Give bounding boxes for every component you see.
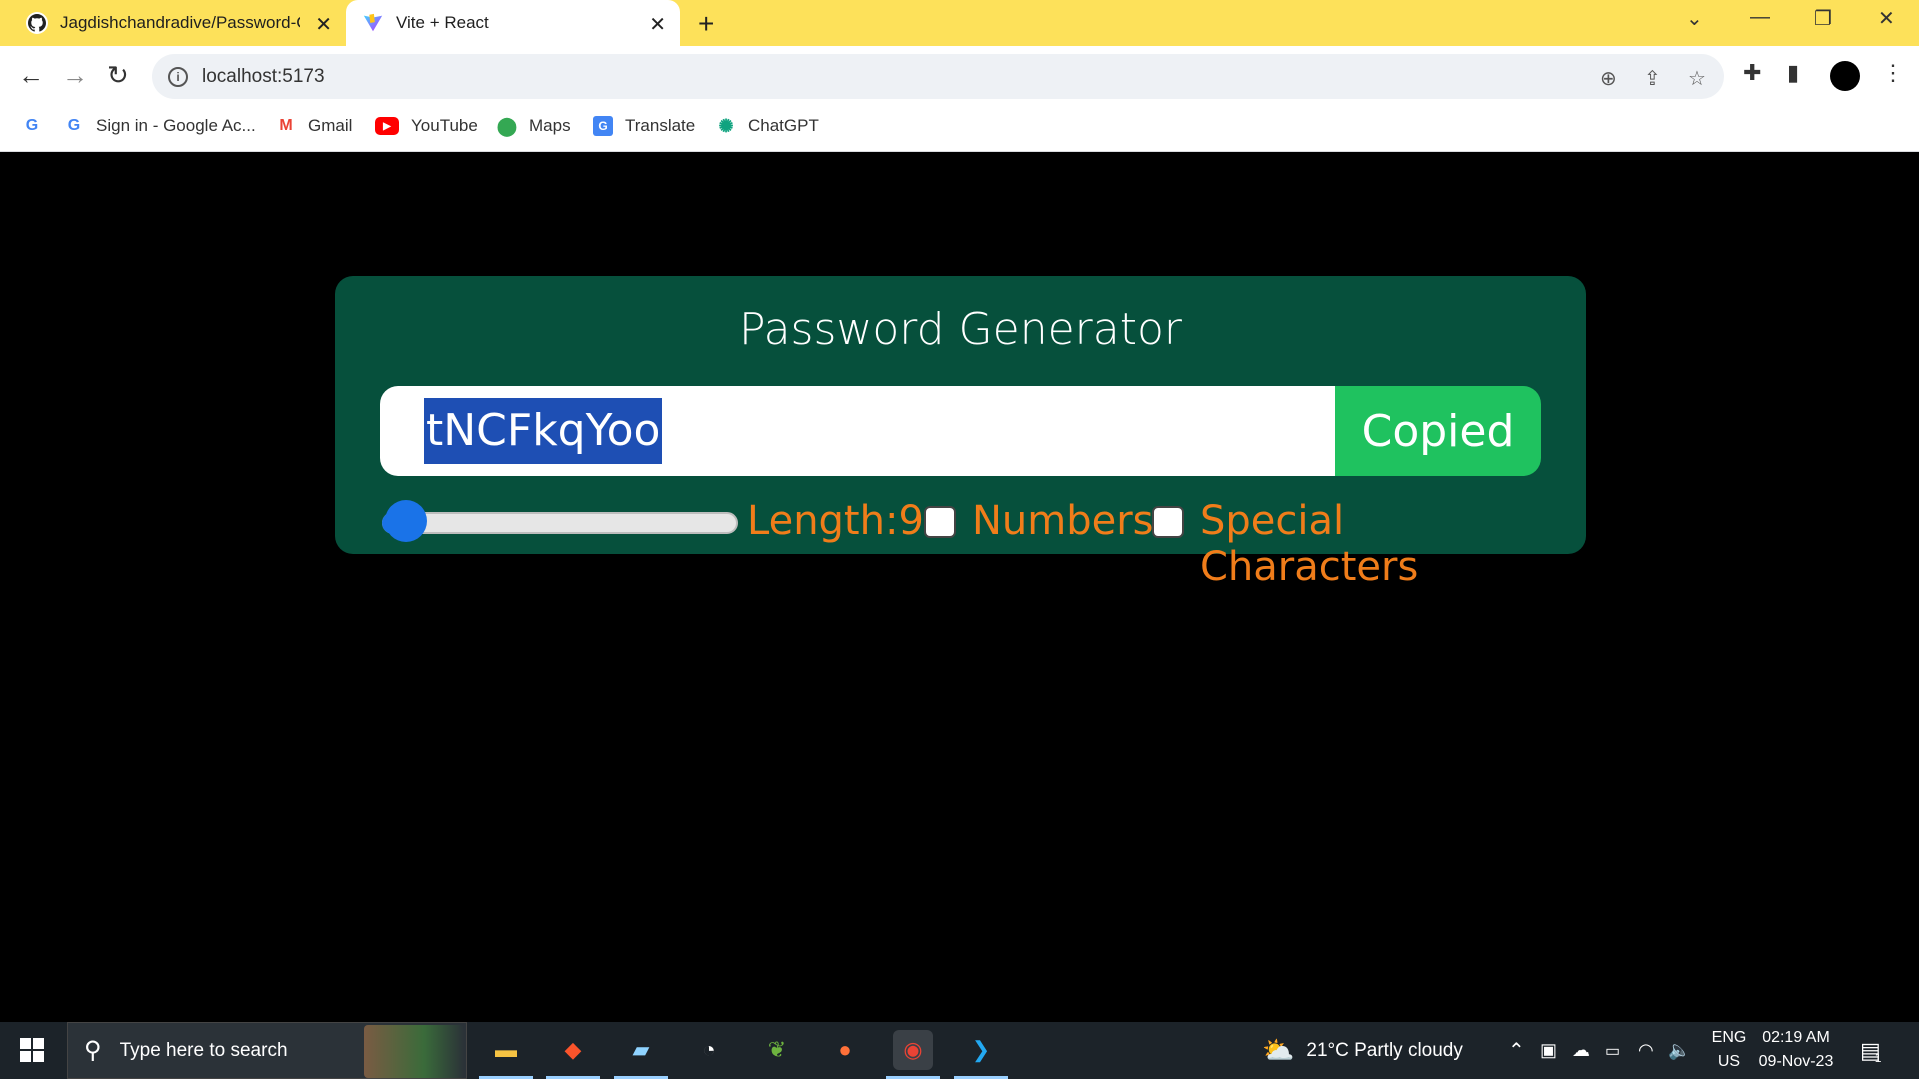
github-icon	[26, 12, 48, 34]
notifications-icon[interactable]: ▤ 1	[1860, 1022, 1881, 1079]
bookmark-chatgpt[interactable]: ✺ ChatGPT	[716, 115, 819, 136]
bookmark-label: Translate	[625, 116, 696, 135]
volume-icon[interactable]: 🔈	[1668, 1022, 1690, 1079]
forward-icon[interactable]: →	[62, 60, 88, 91]
restore-icon[interactable]: ❐	[1814, 6, 1832, 31]
password-value[interactable]: tNCFkqYoo	[424, 398, 663, 464]
browser-toolbar: ← → ↻ i localhost:5173 ⊕ ⇪ ☆	[0, 46, 1919, 106]
language-bottom: US	[1717, 1053, 1741, 1070]
taskbar-search[interactable]: ⚲ Type here to search	[67, 1022, 467, 1079]
gmail-icon: M	[279, 117, 293, 134]
password-row: tNCFkqYoo Copied	[380, 386, 1541, 476]
page-viewport: Password Generator tNCFkqYoo Copied Leng…	[0, 152, 1919, 1022]
clock-icon[interactable]: ◔	[689, 1030, 729, 1070]
clock-time: 02:19 AM	[1762, 1029, 1830, 1046]
notepad-icon[interactable]: ▰	[621, 1030, 661, 1070]
chrome-icon[interactable]: ◉	[893, 1030, 933, 1070]
new-tab-button[interactable]: +	[698, 8, 714, 40]
bookmark-label: ChatGPT	[748, 116, 819, 135]
maps-icon: ⬤	[496, 115, 518, 136]
show-hidden-icons[interactable]: ⌃	[1508, 1022, 1525, 1079]
tab-label: Jagdishchandradive/Password-G	[60, 13, 300, 32]
bookmark-label: YouTube	[411, 116, 478, 135]
bookmark-google-signin[interactable]: G Sign in - Google Ac...	[64, 116, 256, 136]
bookmark-google[interactable]: G	[22, 116, 54, 136]
menu-icon[interactable]: ⋮	[1882, 60, 1904, 86]
share-icon[interactable]: ⇪	[1644, 66, 1661, 91]
language-top: ENG	[1711, 1029, 1747, 1046]
address-url[interactable]: localhost:5173	[202, 66, 325, 88]
vite-icon	[362, 12, 384, 34]
length-label: Length:9	[747, 498, 924, 544]
special-characters-checkbox[interactable]	[1152, 506, 1184, 538]
tab-vite[interactable]: Vite + React ✕	[346, 0, 680, 46]
bookmark-gmail[interactable]: M Gmail	[276, 116, 352, 136]
password-generator-card: Password Generator tNCFkqYoo Copied Leng…	[335, 276, 1586, 590]
minimize-icon[interactable]: —	[1750, 6, 1770, 29]
tab-github[interactable]: Jagdishchandradive/Password-G ✕	[26, 0, 346, 46]
bookmark-translate[interactable]: G Translate	[593, 116, 695, 136]
tab-label: Vite + React	[396, 13, 489, 32]
search-placeholder: Type here to search	[119, 1039, 288, 1061]
windows-taskbar: ⚲ Type here to search ▬ ◆ ▰ ◔ ❦ ● ◉ ❯ ⛅ …	[0, 1022, 1919, 1079]
avatar[interactable]	[1830, 61, 1860, 91]
firefox-icon[interactable]: ●	[825, 1030, 865, 1070]
back-icon[interactable]: ←	[18, 60, 44, 91]
chatgpt-icon: ✺	[718, 115, 734, 136]
numbers-checkbox[interactable]	[924, 506, 956, 538]
reload-icon[interactable]: ↻	[107, 60, 129, 91]
wifi-icon[interactable]: ◠	[1638, 1022, 1654, 1079]
google-icon: G	[25, 117, 39, 134]
weather-icon: ⛅	[1262, 1035, 1295, 1065]
address-bar[interactable]: i localhost:5173 ⊕ ⇪ ☆	[152, 54, 1724, 99]
copy-button[interactable]: Copied	[1335, 386, 1541, 476]
weather-text: 21°C Partly cloudy	[1306, 1039, 1463, 1061]
close-tab-icon[interactable]: ✕	[649, 12, 666, 37]
youtube-icon: ▶	[375, 117, 399, 135]
tab-search-icon[interactable]: ⌄	[1686, 6, 1703, 31]
bookmark-star-icon[interactable]: ☆	[1688, 66, 1706, 91]
site-info-icon[interactable]: i	[168, 66, 188, 87]
bookmark-label: Sign in - Google Ac...	[96, 116, 256, 135]
windows-start-icon[interactable]	[20, 1038, 44, 1062]
bookmark-youtube[interactable]: ▶ YouTube	[375, 116, 478, 136]
battery-icon[interactable]: ▭	[1605, 1022, 1620, 1079]
bookmark-label: Gmail	[308, 116, 353, 135]
bookmark-maps[interactable]: ⬤ Maps	[497, 116, 571, 136]
spring-tools-icon[interactable]: ❦	[757, 1030, 797, 1070]
page-title: Password Generator	[739, 304, 1182, 355]
password-input[interactable]: tNCFkqYoo	[380, 386, 1335, 476]
brave-browser-icon[interactable]: ◆	[553, 1030, 593, 1070]
meet-icon[interactable]: ▣	[1540, 1022, 1557, 1079]
side-panel-icon[interactable]: ▮	[1787, 60, 1799, 86]
vscode-icon[interactable]: ❯	[961, 1030, 1001, 1070]
clock[interactable]: 02:19 AM 09-Nov-23	[1756, 1026, 1836, 1074]
clock-date: 09-Nov-23	[1758, 1053, 1834, 1070]
translate-icon: G	[593, 116, 613, 136]
numbers-label[interactable]: Numbers	[972, 498, 1154, 544]
length-slider-track[interactable]	[382, 512, 738, 534]
options-row: Length:9 Numbers Special Characters	[380, 494, 1550, 590]
google-icon: G	[67, 117, 81, 134]
notification-count: 1	[1874, 1050, 1882, 1065]
bookmarks-bar: G G Sign in - Google Ac... M Gmail ▶ You…	[0, 106, 1919, 152]
close-window-icon[interactable]: ✕	[1878, 6, 1895, 31]
extensions-icon[interactable]: ✚	[1743, 60, 1761, 86]
weather-widget[interactable]: ⛅ 21°C Partly cloudy	[1262, 1022, 1463, 1079]
tab-strip: Jagdishchandradive/Password-G ✕ Vite + R…	[0, 0, 1919, 46]
search-highlight-image	[364, 1025, 464, 1078]
file-explorer-icon[interactable]: ▬	[486, 1030, 526, 1070]
special-characters-label[interactable]: Special Characters	[1200, 498, 1550, 590]
length-slider-thumb[interactable]	[385, 500, 428, 542]
language-indicator[interactable]: ENG US	[1706, 1026, 1752, 1074]
onedrive-icon[interactable]: ☁	[1572, 1022, 1590, 1079]
zoom-icon[interactable]: ⊕	[1600, 66, 1617, 91]
bookmark-label: Maps	[529, 116, 571, 135]
search-icon: ⚲	[84, 1037, 102, 1064]
close-tab-icon[interactable]: ✕	[315, 12, 332, 37]
